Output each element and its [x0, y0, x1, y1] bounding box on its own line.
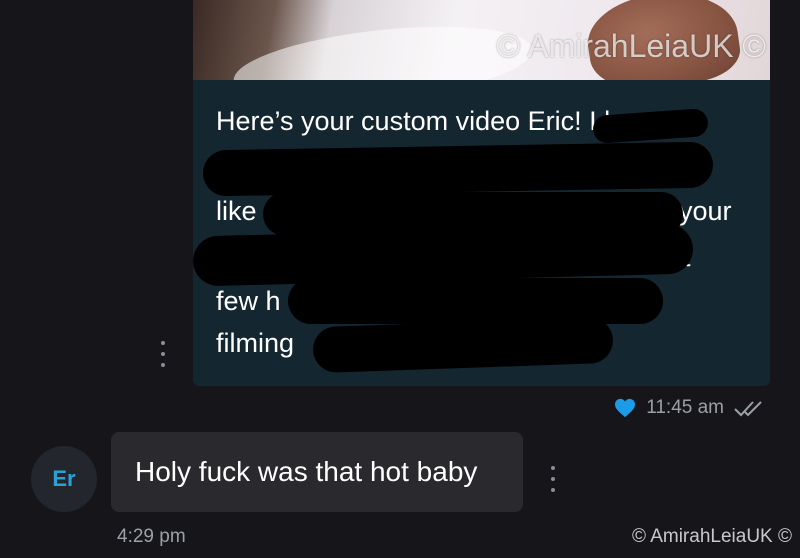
message-line-6: filming: [216, 328, 295, 358]
redaction-mark: [288, 278, 663, 324]
fabric-shape: [230, 14, 536, 80]
outgoing-message-bubble[interactable]: Here’s your custom video Eric! I h ti li…: [192, 80, 770, 386]
attached-video-thumbnail[interactable]: © AmirahLeiaUK ©: [193, 0, 770, 80]
footer-watermark: © AmirahLeiaUK ©: [631, 526, 792, 547]
image-watermark: © AmirahLeiaUK ©: [496, 28, 766, 64]
redaction-mark: [312, 316, 614, 374]
heart-icon[interactable]: [614, 398, 636, 418]
outgoing-message-meta: 11:45 am: [614, 396, 766, 420]
redaction-mark: [202, 141, 714, 197]
outgoing-timestamp: 11:45 am: [646, 397, 724, 418]
incoming-message-text: Holy fuck was that hot baby: [135, 456, 478, 487]
message-line-3-end: your: [679, 196, 732, 226]
more-options-icon[interactable]: [548, 466, 558, 492]
message-line-1: Here’s your custom video Eric! I h: [216, 106, 620, 136]
incoming-timestamp: 4:29 pm: [117, 526, 186, 547]
incoming-message-bubble[interactable]: Holy fuck was that hot baby: [111, 432, 523, 512]
double-check-icon: [734, 401, 762, 417]
avatar-initials: Er: [52, 466, 76, 491]
message-line-5: few h: [216, 286, 281, 316]
more-options-icon[interactable]: [158, 341, 168, 367]
avatar[interactable]: Er: [31, 446, 97, 512]
